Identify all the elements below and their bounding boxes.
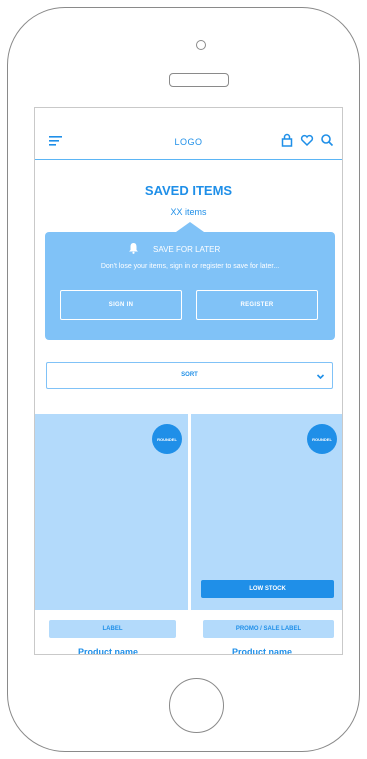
camera: [196, 40, 206, 50]
panel-title: SAVE FOR LATER: [153, 245, 221, 254]
home-button[interactable]: [169, 678, 224, 733]
search-icon[interactable]: [320, 133, 334, 147]
item-count: XX items: [170, 207, 207, 217]
header-actions: [280, 133, 334, 147]
chevron-down-icon: [316, 374, 325, 380]
product-label: LABEL: [49, 620, 176, 638]
promo-label: PROMO / SALE LABEL: [203, 620, 334, 638]
sign-in-button[interactable]: SIGN IN: [60, 290, 182, 320]
panel-pointer: [176, 222, 204, 232]
panel-text: Don't lose your items, sign in or regist…: [100, 263, 280, 270]
bell-icon: [129, 243, 138, 254]
top-bar: LOGO: [35, 108, 342, 160]
product-image[interactable]: ROUNDEL: [35, 414, 188, 610]
sort-dropdown[interactable]: SORT: [46, 362, 333, 389]
low-stock-badge: LOW STOCK: [201, 580, 334, 598]
roundel-badge: ROUNDEL: [307, 424, 337, 454]
save-for-later-panel: SAVE FOR LATER Don't lose your items, si…: [45, 232, 335, 340]
sort-label: SORT: [181, 372, 198, 378]
page-title: SAVED ITEMS: [144, 183, 233, 198]
product-image[interactable]: ROUNDEL LOW STOCK: [191, 414, 342, 610]
register-button[interactable]: REGISTER: [196, 290, 318, 320]
screen: LOGO SAVED ITEMS XX items SAVE FOR LATER…: [34, 107, 343, 655]
product-name[interactable]: Product name: [232, 647, 292, 654]
speaker: [169, 73, 229, 87]
product-name[interactable]: Product name: [78, 647, 138, 654]
bag-icon[interactable]: [280, 133, 294, 147]
roundel-badge: ROUNDEL: [152, 424, 182, 454]
heart-icon[interactable]: [300, 133, 314, 147]
